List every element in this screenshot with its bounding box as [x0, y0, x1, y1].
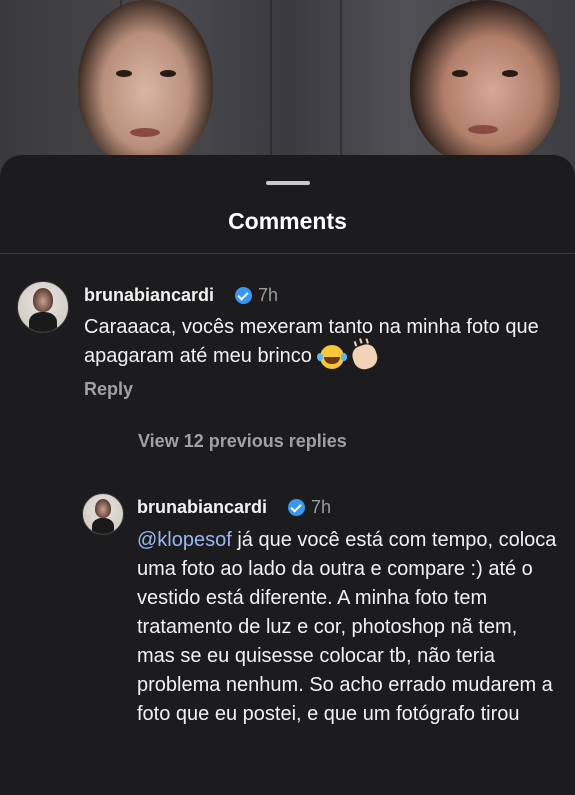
verified-badge-icon	[288, 499, 305, 516]
reply-timestamp: 7h	[311, 497, 332, 517]
comment-text: Caraaaca, vocês mexeram tanto na minha f…	[84, 313, 544, 372]
reply-avatar[interactable]	[82, 493, 124, 535]
comment-username[interactable]: brunabiancardi	[84, 285, 214, 306]
reply-text: @klopesof já que você está com tempo, co…	[137, 526, 557, 729]
comment-timestamp: 7h	[258, 285, 279, 305]
reply-body: já que você está com tempo, coloca uma f…	[137, 529, 557, 725]
reply-button[interactable]: Reply	[84, 379, 133, 400]
left-portrait	[78, 0, 213, 165]
view-previous-replies-link[interactable]: View 12 previous replies	[138, 431, 347, 452]
comment-body: Caraaaca, vocês mexeram tanto na minha f…	[84, 316, 539, 367]
clapping-hands-emoji	[349, 341, 381, 372]
reply-username[interactable]: brunabiancardi	[137, 497, 267, 518]
sheet-drag-handle[interactable]	[266, 181, 310, 185]
mention-link[interactable]: @klopesof	[137, 529, 232, 551]
verified-badge-icon	[235, 287, 252, 304]
header-divider	[0, 253, 575, 254]
avatar[interactable]	[17, 281, 69, 333]
right-portrait	[410, 0, 560, 165]
face-with-tears-of-joy-emoji	[317, 344, 345, 369]
sheet-title: Comments	[228, 208, 347, 234]
